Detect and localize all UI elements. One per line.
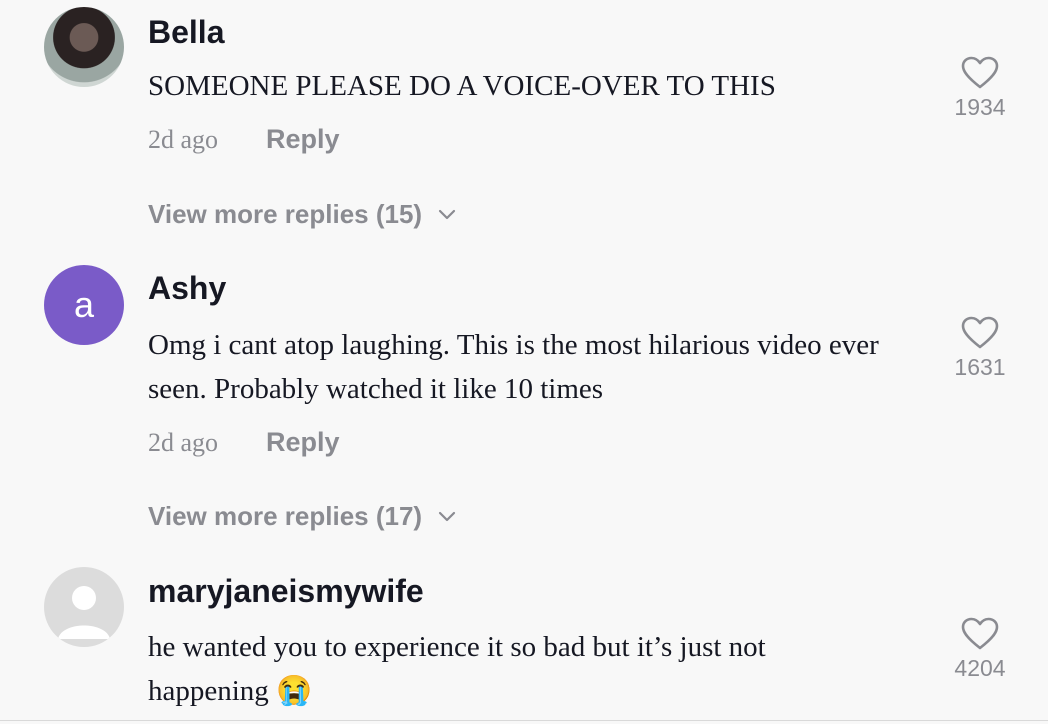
like-count: 1631 <box>954 354 1006 380</box>
view-more-replies-label: View more replies (15) <box>148 199 423 229</box>
avatar[interactable] <box>44 7 124 87</box>
avatar[interactable]: a <box>44 265 124 345</box>
like-button[interactable]: 1631 <box>940 316 1020 381</box>
user-silhouette-icon <box>58 586 110 639</box>
like-count: 4204 <box>954 655 1006 681</box>
comment-meta: 2d ago Reply <box>148 124 340 155</box>
comment-text: SOMEONE PLEASE DO A VOICE-OVER TO THIS <box>148 70 776 102</box>
like-button[interactable]: 1934 <box>940 56 1020 121</box>
avatar-letter: a <box>73 284 95 325</box>
like-count: 1934 <box>954 94 1006 120</box>
heart-outline-icon <box>961 56 999 89</box>
comment-username[interactable]: Ashy <box>148 272 226 304</box>
divider <box>0 720 1048 721</box>
comment-username[interactable]: maryjaneismywife <box>148 575 424 607</box>
comment-username[interactable]: Bella <box>148 16 224 48</box>
reply-button[interactable]: Reply <box>266 124 340 155</box>
view-more-replies-label: View more replies (17) <box>148 501 423 531</box>
like-button[interactable]: 4204 <box>940 617 1020 682</box>
avatar[interactable] <box>44 567 124 647</box>
comment-text: he wanted you to experience it so bad bu… <box>148 631 766 707</box>
comment-time: 2d ago <box>148 125 219 154</box>
reply-button[interactable]: Reply <box>266 427 340 458</box>
view-more-replies-button[interactable]: View more replies (17) <box>148 501 456 532</box>
comment-time: 2d ago <box>148 428 219 457</box>
chevron-down-icon <box>438 209 456 219</box>
comment-meta: 2d ago Reply <box>148 427 340 458</box>
heart-outline-icon <box>961 316 999 349</box>
comment-text: Omg i cant atop laughing. This is the mo… <box>148 329 879 405</box>
chevron-down-icon <box>438 511 456 521</box>
view-more-replies-button[interactable]: View more replies (15) <box>148 199 456 230</box>
heart-outline-icon <box>961 617 999 650</box>
